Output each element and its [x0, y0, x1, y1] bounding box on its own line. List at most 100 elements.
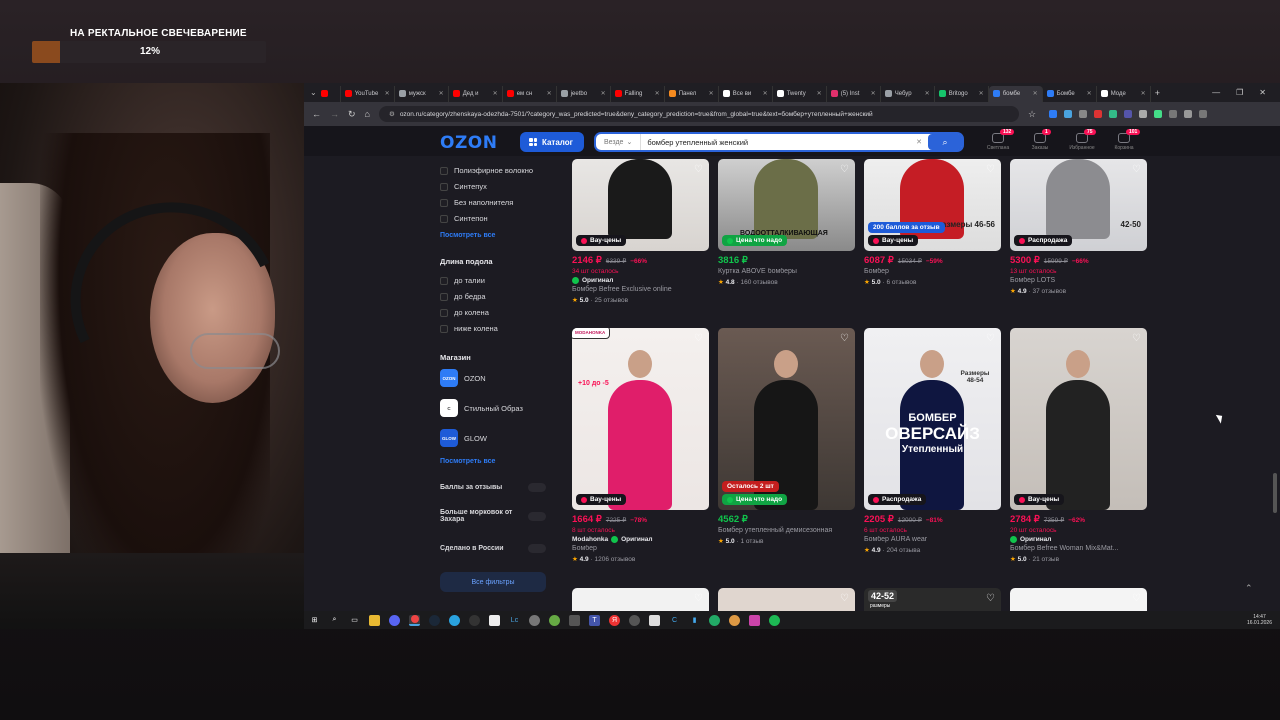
extension-icon[interactable]	[1109, 110, 1118, 118]
toggle-switch[interactable]	[528, 483, 546, 492]
search-scope-select[interactable]: Везде ⌄	[596, 134, 642, 150]
extension-icon[interactable]	[1064, 110, 1073, 118]
browser-tab[interactable]: Twenty ✕	[773, 85, 827, 102]
product-image[interactable]: ♡ размеры 46-56 200 баллов за отзыв Вау-цен…	[864, 159, 1001, 251]
browser-tab[interactable]: jeetbo ✕	[557, 85, 611, 102]
chrome-icon[interactable]	[409, 614, 420, 626]
close-tab-icon[interactable]: ✕	[817, 90, 822, 97]
product-title[interactable]: Бомбер	[572, 545, 709, 552]
search-icon[interactable]: ⌕	[329, 615, 340, 626]
system-clock[interactable]: 14:47 16.01.2026	[1247, 614, 1272, 626]
checkbox[interactable]	[440, 198, 448, 207]
extension-icon[interactable]	[1124, 110, 1133, 118]
search-button[interactable]: ⌕	[928, 134, 962, 150]
spotify-icon[interactable]	[769, 614, 780, 626]
brand-name[interactable]: Modahonka	[572, 536, 608, 543]
product-title[interactable]: Бомбер Befree Exclusive online	[572, 286, 709, 293]
reviews-count[interactable]: 204 отзыва	[886, 547, 920, 554]
close-tab-icon[interactable]: ✕	[979, 90, 984, 97]
document-icon[interactable]	[649, 614, 660, 626]
steam-icon[interactable]	[429, 614, 440, 626]
product-card[interactable]: ♡ ВОДООТТАЛКИВАЮЩАЯ Цена что надо 3816 ₽ Кур…	[718, 159, 855, 286]
reload-icon[interactable]: ↻	[348, 109, 356, 120]
bookmark-star-icon[interactable]: ☆	[1028, 109, 1036, 120]
catalog-button[interactable]: Каталог	[520, 132, 584, 152]
checkbox[interactable]	[440, 166, 448, 175]
product-title[interactable]: Бомбер Befree Woman Mix&Mat...	[1010, 545, 1147, 552]
product-card[interactable]: ♡	[572, 588, 709, 611]
checkbox[interactable]	[440, 308, 448, 317]
checkbox[interactable]	[440, 324, 448, 333]
browser-tab[interactable]: Чебур ✕	[881, 85, 935, 102]
product-card[interactable]: ♡ 42-50 Распродажа 5300 ₽15999 ₽ −66% 13 шт о…	[1010, 159, 1147, 295]
product-card[interactable]: ♡	[1010, 588, 1147, 611]
filter-option[interactable]: Синтепух	[440, 182, 487, 191]
favorite-heart-icon[interactable]: ♡	[986, 164, 995, 175]
see-all-shops-link[interactable]: Посмотреть все	[440, 458, 495, 465]
app-icon[interactable]	[629, 614, 640, 626]
shop-option[interactable]: C Стильный Образ	[440, 399, 523, 417]
favorite-heart-icon[interactable]: ♡	[840, 333, 849, 344]
file-explorer-icon[interactable]	[369, 614, 380, 626]
filter-option[interactable]: ниже колена	[440, 324, 498, 333]
browser-tab[interactable]: Моде ✕	[1097, 85, 1151, 102]
browser-tab[interactable]	[317, 85, 341, 102]
close-tab-icon[interactable]: ✕	[1033, 90, 1038, 97]
product-image[interactable]: ♡ Вау-цены	[1010, 328, 1147, 510]
browser-tab[interactable]: Все ви ✕	[719, 85, 773, 102]
checkbox[interactable]	[440, 214, 448, 223]
browser-tab[interactable]: бомбе ✕	[988, 85, 1043, 102]
extension-icon[interactable]	[1139, 110, 1148, 118]
app-icon[interactable]	[709, 614, 720, 626]
reviews-count[interactable]: 1 отзыв	[740, 538, 763, 545]
app-icon[interactable]	[749, 614, 760, 626]
browser-tab[interactable]: Falling ✕	[611, 85, 665, 102]
browser-tab[interactable]: (5) Inst ✕	[827, 85, 881, 102]
close-tab-icon[interactable]: ✕	[601, 90, 606, 97]
favorite-heart-icon[interactable]: ♡	[1132, 593, 1141, 604]
extension-icon[interactable]	[1094, 110, 1103, 118]
product-title[interactable]: Куртка ABOVE бомберы	[718, 268, 855, 275]
discord-icon[interactable]	[389, 614, 400, 626]
checkbox[interactable]	[440, 276, 448, 285]
product-image[interactable]: 42-52 размеры ♡	[864, 588, 1001, 611]
search-input[interactable]: бомбер утепленный женский	[641, 138, 916, 147]
toggle-switch[interactable]	[528, 544, 546, 553]
favorite-heart-icon[interactable]: ♡	[840, 164, 849, 175]
product-image[interactable]: ♡ Осталось 2 шт Цена что надо	[718, 328, 855, 510]
scroll-to-top-icon[interactable]: ⌃	[1245, 583, 1253, 594]
puzzle-icon[interactable]	[1169, 110, 1178, 118]
browser-tab[interactable]: YouTube ✕	[341, 85, 395, 102]
close-tab-icon[interactable]: ✕	[439, 90, 444, 97]
tab-search-icon[interactable]: ⌄	[310, 88, 317, 97]
favorite-heart-icon[interactable]: ♡	[694, 593, 703, 604]
extension-icon[interactable]	[1049, 110, 1058, 118]
filter-option[interactable]: до бедра	[440, 292, 486, 301]
app-icon[interactable]	[729, 614, 740, 626]
close-tab-icon[interactable]: ✕	[1141, 90, 1146, 97]
product-card[interactable]: ♡ Осталось 2 шт Цена что надо 4562 ₽ Бомбер …	[718, 328, 855, 545]
download-icon[interactable]	[1184, 110, 1193, 118]
telegram-icon[interactable]	[449, 614, 460, 626]
reviews-count[interactable]: 1206 отзывов	[594, 556, 635, 563]
reviews-count[interactable]: 21 отзыв	[1032, 556, 1059, 563]
reviews-count[interactable]: 160 отзывов	[740, 279, 777, 286]
browser-tab[interactable]: Дед и ✕	[449, 85, 503, 102]
task-view-icon[interactable]: ▭	[349, 615, 360, 626]
favorite-heart-icon[interactable]: ♡	[986, 593, 995, 604]
close-tab-icon[interactable]: ✕	[547, 90, 552, 97]
reviews-count[interactable]: 37 отзывов	[1032, 288, 1066, 295]
app-icon[interactable]: C	[669, 615, 680, 626]
checkbox[interactable]	[440, 182, 448, 191]
clear-search-icon[interactable]: ✕	[916, 138, 928, 146]
see-all-fill-link[interactable]: Посмотреть все	[440, 232, 495, 239]
forward-icon[interactable]: →	[330, 109, 339, 119]
favorite-heart-icon[interactable]: ♡	[986, 333, 995, 344]
filter-option[interactable]: Полиэфирное волокно	[440, 166, 533, 175]
product-card[interactable]: ♡ Вау-цены 2784 ₽7359 ₽ −62% 20 шт осталось О…	[1010, 328, 1147, 563]
toggle-switch[interactable]	[528, 511, 546, 521]
favorite-heart-icon[interactable]: ♡	[694, 333, 703, 344]
app-icon[interactable]	[549, 614, 560, 626]
product-card[interactable]: ♡	[718, 588, 855, 611]
close-tab-icon[interactable]: ✕	[1087, 90, 1092, 97]
